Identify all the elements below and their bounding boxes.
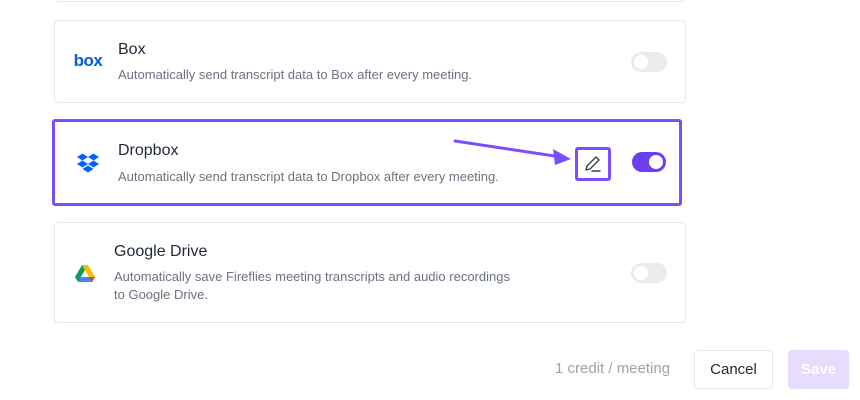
google-drive-toggle[interactable] [631,263,667,283]
integrations-page: box Box Automatically send transcript da… [0,0,860,400]
previous-integration-card [54,0,686,2]
cancel-button[interactable]: Cancel [694,350,773,389]
integration-card-google-drive: Google Drive Automatically save Fireflie… [54,222,686,323]
description-line: to Google Drive. [114,287,208,302]
dropbox-logo-icon [77,152,99,174]
box-toggle[interactable] [631,52,667,72]
toggle-knob [634,55,648,69]
integration-description: Automatically save Fireflies meeting tra… [114,268,510,304]
dropbox-toggle[interactable] [632,152,666,172]
description-line: Automatically save Fireflies meeting tra… [114,269,510,284]
box-logo-icon: box [73,51,103,71]
integration-title: Google Drive [114,243,208,260]
toggle-knob [649,155,663,169]
credit-cost-label: 1 credit / meeting [555,360,671,377]
integration-title: Box [118,41,146,58]
box-logo-text: box [73,51,103,70]
google-drive-logo-icon [74,264,96,284]
pencil-icon [585,156,601,172]
integration-description: Automatically send transcript data to Bo… [118,67,473,82]
integration-title: Dropbox [118,142,179,159]
annotation-arrow-icon [453,139,571,165]
save-button[interactable]: Save [788,350,849,389]
toggle-knob [634,266,648,280]
integration-card-dropbox: Dropbox Automatically send transcript da… [52,119,682,206]
integration-card-box: box Box Automatically send transcript da… [54,20,686,103]
integration-description: Automatically send transcript data to Dr… [118,169,499,184]
edit-button[interactable] [575,147,611,181]
